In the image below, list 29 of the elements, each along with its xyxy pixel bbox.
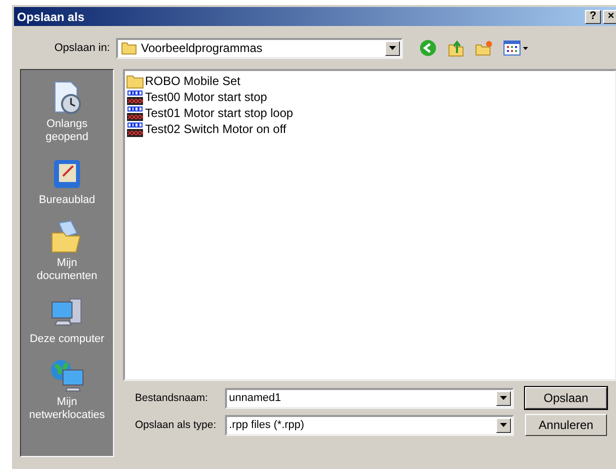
place-item[interactable]: Onlangs geopend — [23, 80, 111, 144]
location-dropdown[interactable]: Voorbeeldprogrammas — [116, 38, 403, 58]
program-file-icon — [126, 122, 144, 136]
folder-icon — [121, 41, 137, 55]
network-globe-icon — [49, 358, 85, 394]
filename-field[interactable]: unnamed1 — [225, 388, 514, 408]
file-type-label: Opslaan als type: — [135, 419, 218, 431]
filename-label: Bestandsnaam: — [135, 392, 209, 404]
place-item[interactable]: Mijn documenten — [23, 219, 111, 283]
program-file-icon — [126, 90, 144, 104]
cancel-button[interactable]: Annuleren — [525, 414, 607, 436]
file-item[interactable]: Test01 Motor start stop loop — [126, 105, 294, 121]
folder-up-icon[interactable] — [447, 39, 465, 57]
place-item[interactable]: Deze computer — [23, 295, 111, 346]
view-menu-icon[interactable] — [503, 39, 529, 57]
folder-icon — [126, 74, 144, 88]
window-title: Opslaan als — [17, 10, 84, 24]
close-button[interactable]: × — [603, 10, 616, 24]
back-icon[interactable] — [419, 39, 437, 57]
place-item[interactable]: Bureaublad — [23, 156, 111, 207]
save-in-label: Opslaan in: — [53, 42, 111, 54]
place-item[interactable]: Mijn netwerklocaties — [23, 358, 111, 422]
file-item[interactable]: Test02 Switch Motor on off — [126, 121, 286, 137]
file-item[interactable]: ROBO Mobile Set — [126, 73, 240, 89]
file-type-dropdown[interactable]: .rpp files (*.rpp) — [225, 414, 514, 436]
save-button[interactable]: Opslaan — [525, 387, 607, 409]
file-item[interactable]: Test00 Motor start stop — [126, 89, 268, 105]
help-button[interactable]: ? — [585, 10, 601, 24]
program-file-icon — [126, 106, 144, 120]
